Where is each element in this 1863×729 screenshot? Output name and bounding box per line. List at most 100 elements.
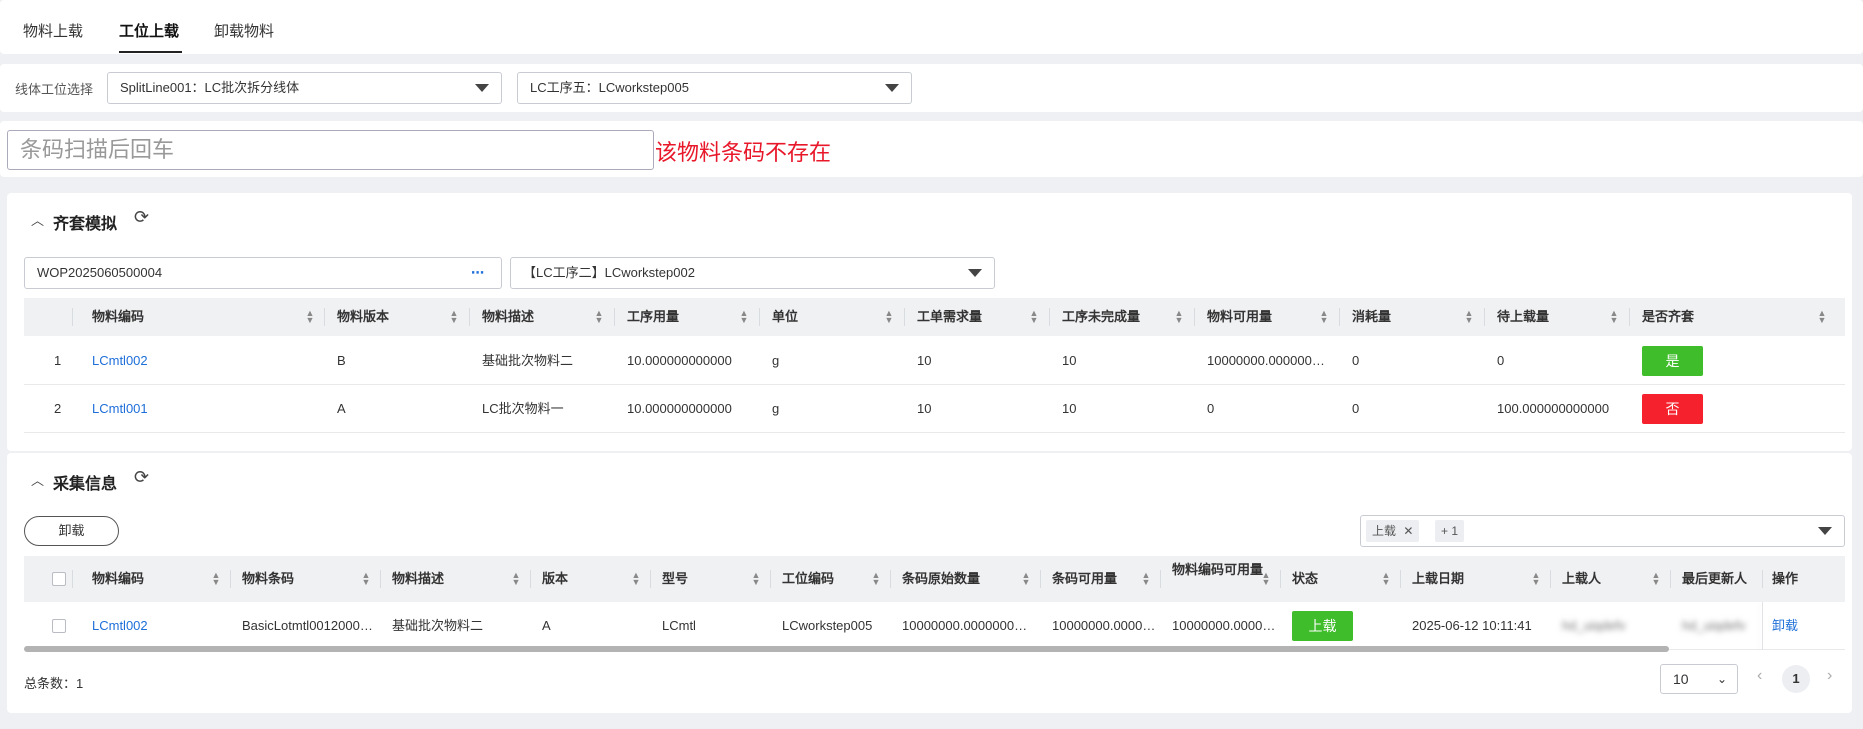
chevron-down-icon: ⌄ [1716, 672, 1727, 686]
unit: g [772, 401, 780, 416]
more-icon[interactable]: ⋯ [471, 258, 485, 288]
col-status: 状态 [1292, 571, 1319, 586]
sort-icon[interactable]: ▲ ▼ [1174, 309, 1184, 325]
page-size-select[interactable]: 10 ⌄ [1660, 664, 1738, 694]
kit-table-header: 物料编码 ▲ ▼ 物料版本 ▲ ▼ 物料描述 ▲ ▼ 工序用量 ▲ ▼ 单位 ▲ ▼ 工单… [24, 298, 1845, 336]
column-separator [380, 570, 381, 588]
step-select[interactable]: LC工序五：LCworkstep005 [517, 72, 912, 104]
sort-icon[interactable]: ▲ ▼ [739, 309, 749, 325]
col-barcode-orig-qty: 条码原始数量 [902, 571, 981, 586]
refresh-icon[interactable]: ⟳ [134, 207, 149, 228]
column-separator [904, 308, 905, 326]
col-station-code: 工位编码 [782, 571, 835, 586]
sort-icon[interactable]: ▲ ▼ [305, 309, 315, 325]
filter-chip: 上载 ✕ [1366, 520, 1420, 542]
step-select-value: LC工序五：LCworkstep005 [530, 80, 689, 95]
page-number-current[interactable]: 1 [1782, 665, 1810, 693]
row-checkbox[interactable] [52, 619, 66, 633]
column-separator [1484, 308, 1485, 326]
material-code-link[interactable]: LCmtl002 [92, 602, 222, 650]
filter-chip-label: 上载 [1372, 524, 1397, 538]
tab-unload-material[interactable]: 卸载物料 [214, 20, 274, 41]
unload-button[interactable]: 卸载 [24, 516, 119, 546]
material-code-link[interactable]: LCmtl002 [92, 337, 312, 385]
row-index: 1 [54, 353, 62, 368]
sort-icon[interactable]: ▲ ▼ [1381, 571, 1391, 587]
code-avail-qty: 10000000.000000000000 [1172, 618, 1276, 633]
column-separator [1400, 570, 1401, 588]
station-selection-bar: 线体工位选择 SplitLine001：LC批次拆分线体 LC工序五：LCwor… [0, 64, 1863, 112]
filter-more-chip: + 1 [1435, 520, 1465, 542]
col-action: 操作 [1772, 571, 1799, 586]
sort-icon[interactable]: ▲ ▼ [1651, 571, 1661, 587]
total-count: 总条数：1 [24, 676, 84, 691]
column-separator [530, 570, 531, 588]
sort-icon[interactable]: ▲ ▼ [631, 571, 641, 587]
column-separator [72, 570, 73, 588]
kit-step-value: 【LC工序二】LCworkstep002 [523, 265, 695, 280]
sort-icon[interactable]: ▲ ▼ [884, 309, 894, 325]
upload-status-badge: 上载 [1292, 611, 1353, 641]
barcode-avail-qty: 10000000.000000000000 [1052, 618, 1156, 633]
line-select[interactable]: SplitLine001：LC批次拆分线体 [107, 72, 502, 104]
col-consumed: 消耗量 [1352, 309, 1392, 324]
work-order-picker[interactable]: WOP2025060500004 ⋯ [24, 257, 502, 289]
sort-icon[interactable]: ▲ ▼ [361, 571, 371, 587]
tab-material-upload[interactable]: 物料上载 [23, 20, 83, 41]
column-separator [324, 308, 325, 326]
sort-icon[interactable]: ▲ ▼ [1141, 571, 1151, 587]
col-is-complete: 是否齐套 [1642, 309, 1695, 324]
sort-icon[interactable]: ▲ ▼ [1531, 571, 1541, 587]
column-separator [1194, 308, 1195, 326]
col-material-desc: 物料描述 [392, 571, 445, 586]
collapse-chevron-icon[interactable]: ︿ [31, 210, 44, 229]
next-page-icon[interactable]: › [1827, 667, 1832, 685]
col-version: 版本 [542, 571, 569, 586]
table-row: 2 LCmtl001 A LC批次物料一 10.000000000000 g 1… [24, 385, 1845, 433]
status-filter-select[interactable]: 上载 ✕ + 1 [1360, 515, 1845, 547]
tab-station-upload[interactable]: 工位上载 [119, 20, 179, 41]
col-unit: 单位 [772, 309, 799, 324]
station-code: LCworkstep005 [782, 618, 873, 633]
column-separator [770, 570, 771, 588]
material-version: B [337, 353, 346, 368]
horizontal-scrollbar[interactable] [24, 646, 1669, 652]
sort-icon[interactable]: ▲ ▼ [1609, 309, 1619, 325]
kit-simulation-section: ︿ 齐套模拟 ⟳ WOP2025060500004 ⋯ 【LC工序二】LCwor… [7, 193, 1852, 451]
sort-icon[interactable]: ▲ ▼ [751, 571, 761, 587]
sort-icon[interactable]: ▲ ▼ [1261, 571, 1271, 587]
sort-icon[interactable]: ▲ ▼ [1464, 309, 1474, 325]
sort-icon[interactable]: ▲ ▼ [449, 309, 459, 325]
collection-info-section: ︿ 采集信息 ⟳ 卸载 上载 ✕ + 1 物料编码 ▲ ▼ 物料条码 ▲ ▼ 物料描… [7, 453, 1852, 713]
sort-icon[interactable]: ▲ ▼ [1319, 309, 1329, 325]
sort-icon[interactable]: ▲ ▼ [1029, 309, 1039, 325]
col-material-code: 物料编码 [92, 309, 145, 324]
column-separator [1339, 308, 1340, 326]
col-pending-upload: 待上载量 [1497, 309, 1550, 324]
upload-date: 2025-06-12 10:11:41 [1412, 618, 1532, 633]
work-order-value: WOP2025060500004 [37, 265, 163, 280]
collapse-chevron-icon[interactable]: ︿ [31, 470, 44, 489]
barcode-input[interactable]: 条码扫描后回车 [7, 130, 654, 170]
sort-icon[interactable]: ▲ ▼ [1021, 571, 1031, 587]
column-separator [72, 308, 73, 326]
collect-table-header: 物料编码 ▲ ▼ 物料条码 ▲ ▼ 物料描述 ▲ ▼ 版本 ▲ ▼ 型号 ▲ ▼ 工位编码… [24, 556, 1845, 602]
order-demand: 10 [917, 353, 932, 368]
sort-icon[interactable]: ▲ ▼ [871, 571, 881, 587]
sort-icon[interactable]: ▲ ▼ [211, 571, 221, 587]
close-icon[interactable]: ✕ [1403, 524, 1413, 538]
material-code-link[interactable]: LCmtl001 [92, 385, 312, 433]
page-size-value: 10 [1673, 671, 1689, 687]
material-version: A [337, 401, 346, 416]
active-tab-indicator [119, 51, 182, 53]
refresh-icon[interactable]: ⟳ [134, 467, 149, 488]
sort-icon[interactable]: ▲ ▼ [594, 309, 604, 325]
prev-page-icon[interactable]: ‹ [1757, 667, 1762, 685]
sort-icon[interactable]: ▲ ▼ [1817, 309, 1827, 325]
row-unload-link[interactable]: 卸载 [1772, 602, 1832, 650]
kit-step-select[interactable]: 【LC工序二】LCworkstep002 [510, 257, 995, 289]
table-row: LCmtl002 BasicLotmtl001200000000001 基础批次… [24, 602, 1845, 650]
material-desc: LC批次物料一 [482, 401, 564, 416]
select-all-checkbox[interactable] [52, 572, 66, 586]
sort-icon[interactable]: ▲ ▼ [511, 571, 521, 587]
